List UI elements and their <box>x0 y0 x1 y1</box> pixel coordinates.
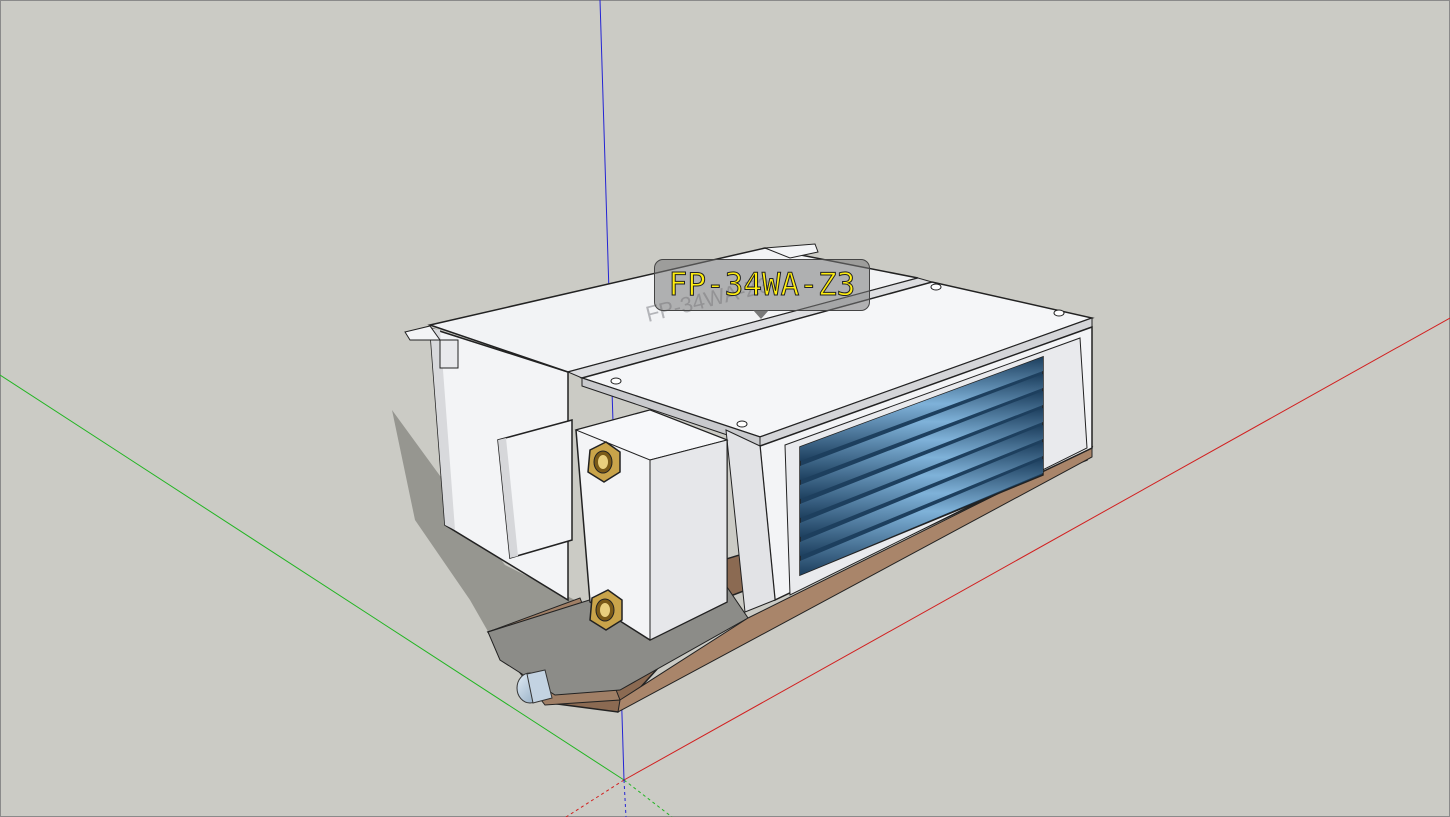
mounting-bracket <box>439 339 459 369</box>
model-tag-label: FP-34WA-Z3 <box>668 266 856 303</box>
model-viewport[interactable]: FP-34WA-Z3 FP-34WA-Z3 <box>0 0 1450 817</box>
green-axis-negative <box>623 779 673 817</box>
mounting-bracket <box>404 325 441 341</box>
fan-coil-unit[interactable]: FP-34WA-Z3 <box>392 243 1095 713</box>
red-axis-negative <box>565 779 625 817</box>
scene-canvas[interactable]: FP-34WA-Z3 <box>0 0 1450 817</box>
screw <box>736 420 748 428</box>
blue-axis-negative <box>623 779 627 817</box>
screw <box>1053 309 1065 317</box>
screw <box>930 283 942 291</box>
model-tag-callout[interactable]: FP-34WA-Z3 <box>654 259 870 319</box>
screw <box>610 377 622 385</box>
